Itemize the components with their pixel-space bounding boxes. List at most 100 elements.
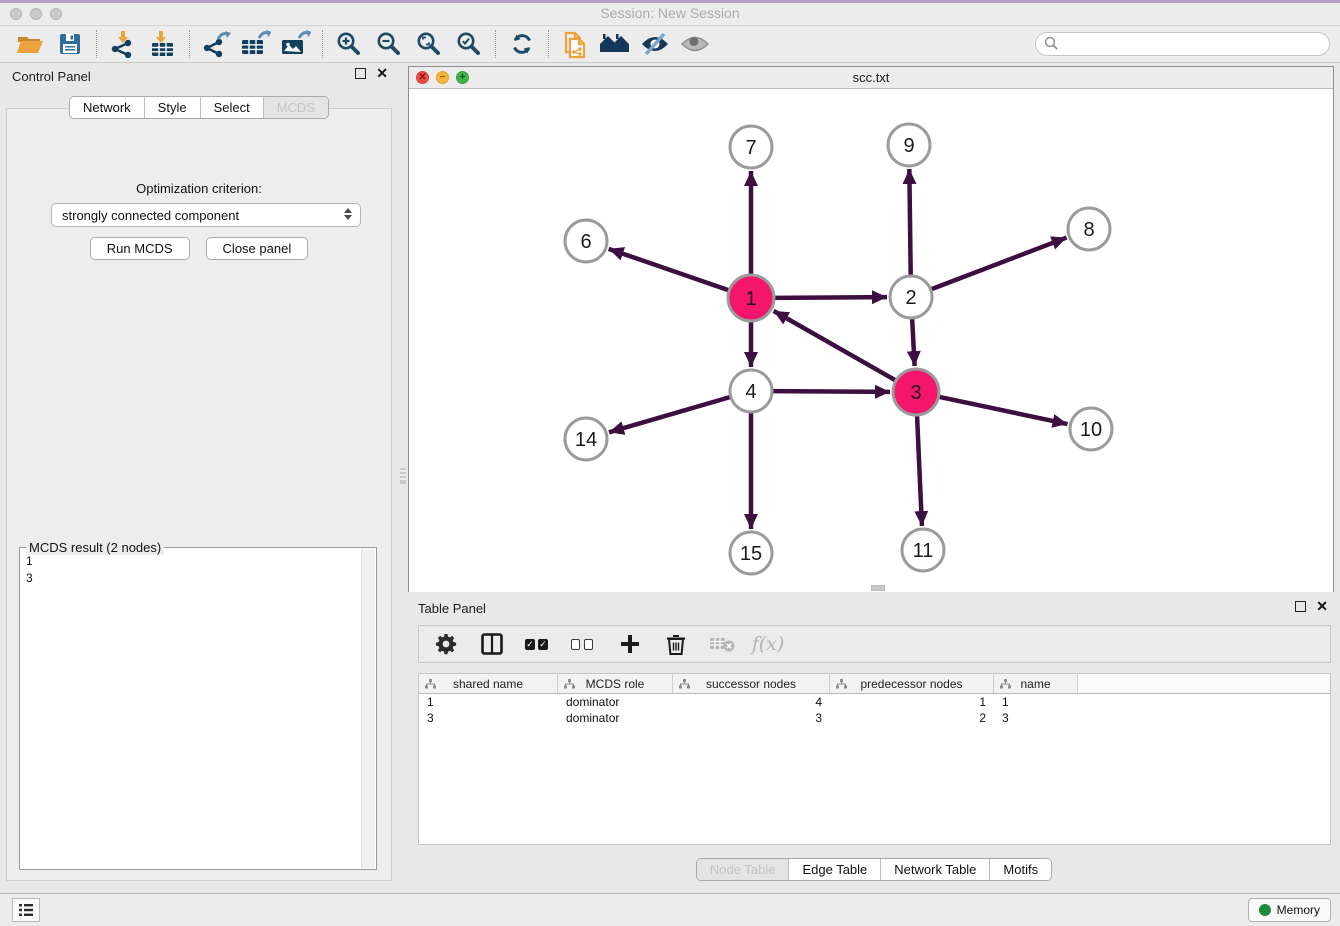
toolbar-separator [495, 30, 496, 58]
import-table-icon[interactable] [143, 28, 183, 60]
tab-motifs[interactable]: Motifs [989, 859, 1051, 880]
column-header-name[interactable]: name [994, 674, 1078, 693]
cell-successor-nodes[interactable]: 3 [673, 710, 830, 726]
add-column-icon[interactable] [617, 631, 643, 657]
search-box [1035, 32, 1330, 56]
table-header-row: shared nameMCDS rolesuccessor nodesprede… [419, 674, 1330, 694]
node-10[interactable]: 10 [1070, 408, 1112, 450]
float-panel-icon[interactable] [355, 68, 366, 79]
show-all-icon[interactable] [675, 28, 715, 60]
node-11[interactable]: 11 [902, 529, 944, 571]
export-image-icon[interactable] [276, 28, 316, 60]
cell-predecessor-nodes[interactable]: 1 [830, 694, 994, 710]
edge-3-1[interactable] [774, 311, 896, 380]
export-table-icon[interactable] [236, 28, 276, 60]
import-network-icon[interactable] [103, 28, 143, 60]
column-header-MCDS-role[interactable]: MCDS role [558, 674, 673, 693]
edge-3-10[interactable] [939, 397, 1067, 424]
criterion-dropdown[interactable]: strongly connected component [51, 203, 361, 227]
edge-2-3[interactable] [912, 319, 914, 366]
zoom-out-icon[interactable] [369, 28, 409, 60]
float-table-panel-icon[interactable] [1295, 601, 1306, 612]
network-window-titlebar[interactable]: ✕ − + scc.txt [409, 67, 1333, 89]
search-input[interactable] [1035, 32, 1330, 56]
select-all-icon[interactable]: ✓✓ [525, 631, 551, 657]
cell-shared-name[interactable]: 1 [419, 694, 558, 710]
tab-node-table[interactable]: Node Table [697, 859, 789, 880]
node-3[interactable]: 3 [893, 369, 939, 415]
control-panel-header: Control Panel ✕ [0, 63, 398, 89]
cell-MCDS-role[interactable]: dominator [558, 710, 673, 726]
result-scrollbar[interactable] [361, 549, 375, 868]
settings-gear-icon[interactable] [433, 631, 459, 657]
tab-style[interactable]: Style [144, 97, 200, 118]
splitter-grip[interactable] [400, 468, 406, 484]
cell-successor-nodes[interactable]: 4 [673, 694, 830, 710]
network-overview-icon[interactable] [555, 28, 595, 60]
memory-button[interactable]: Memory [1248, 898, 1331, 922]
run-mcds-button[interactable]: Run MCDS [90, 237, 190, 260]
column-header-predecessor-nodes[interactable]: predecessor nodes [830, 674, 994, 693]
cell-shared-name[interactable]: 3 [419, 710, 558, 726]
task-history-button[interactable] [12, 898, 40, 922]
node-15[interactable]: 15 [730, 532, 772, 574]
node-1[interactable]: 1 [728, 275, 774, 321]
node-6[interactable]: 6 [565, 220, 607, 262]
node-table[interactable]: shared nameMCDS rolesuccessor nodesprede… [418, 673, 1331, 845]
tab-mcds[interactable]: MCDS [263, 97, 328, 118]
edge-4-14[interactable] [609, 397, 730, 432]
table-panel: Table Panel ✕ ✓✓ f(x) [408, 597, 1340, 893]
optimization-criterion-label: Optimization criterion: [7, 181, 391, 196]
tab-edge-table[interactable]: Edge Table [788, 859, 880, 880]
home-view-icon[interactable] [595, 28, 635, 60]
tab-network-table[interactable]: Network Table [880, 859, 989, 880]
save-session-icon[interactable] [50, 28, 90, 60]
column-header-shared-name[interactable]: shared name [419, 674, 558, 693]
table-row[interactable]: 3dominator323 [419, 710, 1330, 726]
node-label: 14 [575, 429, 597, 451]
node-4[interactable]: 4 [730, 370, 772, 412]
node-9[interactable]: 9 [888, 124, 930, 166]
node-8[interactable]: 8 [1068, 208, 1110, 250]
cell-name[interactable]: 3 [994, 710, 1078, 726]
zoom-fit-icon[interactable] [409, 28, 449, 60]
close-panel-button[interactable]: Close panel [206, 237, 309, 260]
node-label: 11 [913, 540, 934, 562]
network-graph-canvas[interactable]: 1 2 3 4 6 7 8 9 10 11 14 15 [409, 89, 1333, 592]
main-toolbar [0, 26, 1340, 63]
toolbar-separator [96, 30, 97, 58]
toggle-panel-icon[interactable] [479, 631, 505, 657]
edge-2-9[interactable] [909, 169, 910, 275]
edge-1-6[interactable] [609, 249, 729, 290]
open-session-icon[interactable] [10, 28, 50, 60]
column-header-successor-nodes[interactable]: successor nodes [673, 674, 830, 693]
node-7[interactable]: 7 [730, 126, 772, 168]
panel-splitter[interactable] [398, 63, 408, 893]
edge-3-11[interactable] [917, 416, 922, 526]
deselect-all-icon[interactable] [571, 631, 597, 657]
tab-network[interactable]: Network [70, 97, 144, 118]
toolbar-separator [189, 30, 190, 58]
close-table-panel-icon[interactable]: ✕ [1316, 601, 1328, 612]
mcds-result-list[interactable]: 1 3 [22, 550, 360, 867]
edge-1-2[interactable] [775, 297, 887, 298]
cell-name[interactable]: 1 [994, 694, 1078, 710]
delete-column-icon[interactable] [663, 631, 689, 657]
export-network-icon[interactable] [196, 28, 236, 60]
zoom-in-icon[interactable] [329, 28, 369, 60]
close-panel-icon[interactable]: ✕ [376, 68, 388, 79]
cell-predecessor-nodes[interactable]: 2 [830, 710, 994, 726]
edge-4-3[interactable] [773, 391, 890, 392]
tab-select[interactable]: Select [200, 97, 263, 118]
cell-MCDS-role[interactable]: dominator [558, 694, 673, 710]
node-label: 9 [903, 135, 914, 157]
network-resize-grip[interactable] [871, 585, 885, 591]
hide-selected-icon[interactable] [635, 28, 675, 60]
node-14[interactable]: 14 [565, 418, 607, 460]
node-2[interactable]: 2 [890, 276, 932, 318]
zoom-selected-icon[interactable] [449, 28, 489, 60]
table-row[interactable]: 1dominator411 [419, 694, 1330, 710]
table-panel-title: Table Panel [418, 601, 486, 616]
refresh-view-icon[interactable] [502, 28, 542, 60]
edge-2-8[interactable] [932, 238, 1067, 290]
